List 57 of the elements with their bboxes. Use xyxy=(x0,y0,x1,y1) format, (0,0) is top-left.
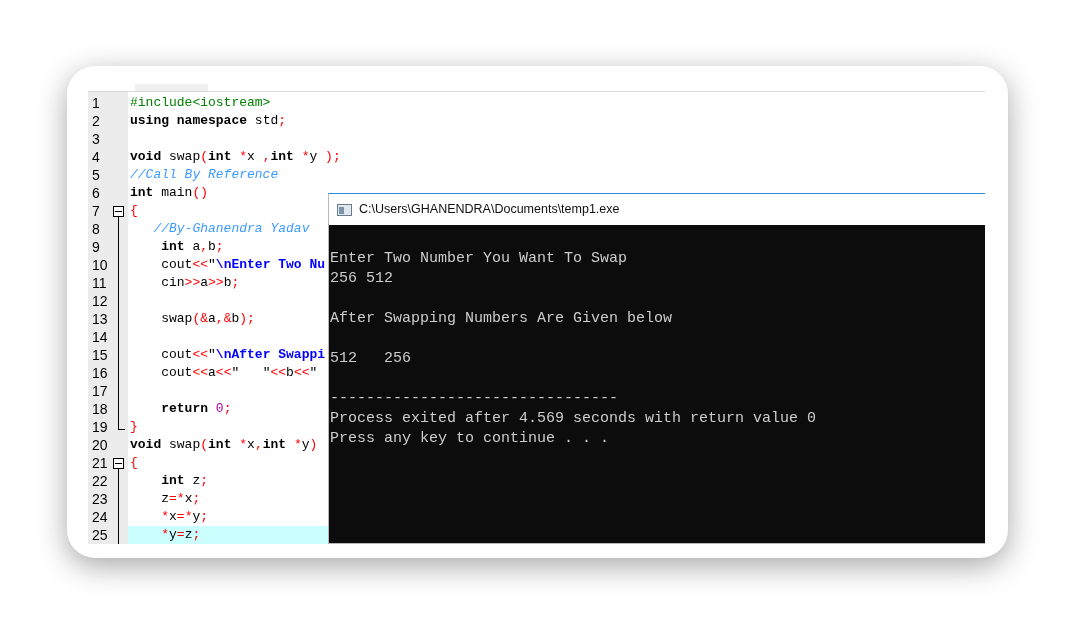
line-number: 13 xyxy=(91,310,109,328)
line-number: 19 xyxy=(91,418,109,436)
window-title: C:\Users\GHANENDRA\Documents\temp1.exe xyxy=(359,201,620,219)
console-line: Process exited after 4.569 seconds with return value 0 xyxy=(329,410,817,427)
line-number: 10 xyxy=(91,256,109,274)
line-number: 7 xyxy=(91,202,101,220)
line-number: 25 xyxy=(91,526,109,544)
line-number: 12 xyxy=(91,292,109,310)
line-number: 18 xyxy=(91,400,109,418)
code-line: using namespace std; xyxy=(129,112,287,130)
line-number: 16 xyxy=(91,364,109,382)
code-line: //Call By Reference xyxy=(129,166,279,184)
code-line: swap(&a,&b); xyxy=(160,310,255,328)
code-line: cout<<"\nAfter Swappi xyxy=(160,346,326,364)
console-line: -------------------------------- xyxy=(329,390,619,407)
code-line: int z; xyxy=(160,472,209,490)
line-number: 24 xyxy=(91,508,109,526)
line-number: 20 xyxy=(91,436,109,454)
console-window-icon xyxy=(337,203,352,216)
line-number: 11 xyxy=(91,274,108,292)
line-number: 5 xyxy=(91,166,101,184)
code-line: cout<<"\nEnter Two Nu xyxy=(160,256,326,274)
code-line: int a,b; xyxy=(160,238,224,256)
console-line: Press any key to continue . . . xyxy=(329,430,610,447)
collapse-icon[interactable] xyxy=(113,206,124,217)
console-line: 512 256 xyxy=(329,350,411,367)
line-number: 6 xyxy=(91,184,101,202)
console-line: After Swapping Numbers Are Given below xyxy=(329,310,673,327)
console-line: Enter Two Number You Want To Swap xyxy=(329,250,628,267)
line-number: 8 xyxy=(91,220,101,238)
code-line: #include<iostream> xyxy=(129,94,271,112)
code-line: z=*x; xyxy=(160,490,201,508)
code-line: *x=*y; xyxy=(160,508,209,526)
line-number: 3 xyxy=(91,130,101,148)
code-line: cin>>a>>b; xyxy=(160,274,240,292)
code-line: *y=z; xyxy=(160,526,201,544)
line-number: 17 xyxy=(91,382,109,400)
code-line: cout<<a<<" "<<b<<" xyxy=(160,364,318,382)
line-number: 4 xyxy=(91,148,101,166)
line-number: 21 xyxy=(91,454,109,472)
line-number: 22 xyxy=(91,472,109,490)
line-number: 15 xyxy=(91,346,109,364)
console-line: 256 512 xyxy=(329,270,393,287)
line-number: 2 xyxy=(91,112,101,130)
code-line: int main() xyxy=(129,184,209,202)
line-number: 23 xyxy=(91,490,109,508)
collapse-icon[interactable] xyxy=(113,458,124,469)
code-line: { xyxy=(129,202,138,220)
line-number: 9 xyxy=(91,238,101,256)
line-number: 14 xyxy=(91,328,109,346)
code-line: void swap(int *x,int *y) xyxy=(129,436,318,454)
code-line: return 0; xyxy=(160,400,232,418)
code-line: void swap(int *x ,int *y ); xyxy=(129,148,341,166)
code-line: //By-Ghanendra Yadav xyxy=(152,220,310,238)
code-line: } xyxy=(129,418,138,436)
line-number: 1 xyxy=(91,94,101,112)
code-line: { xyxy=(129,454,138,472)
